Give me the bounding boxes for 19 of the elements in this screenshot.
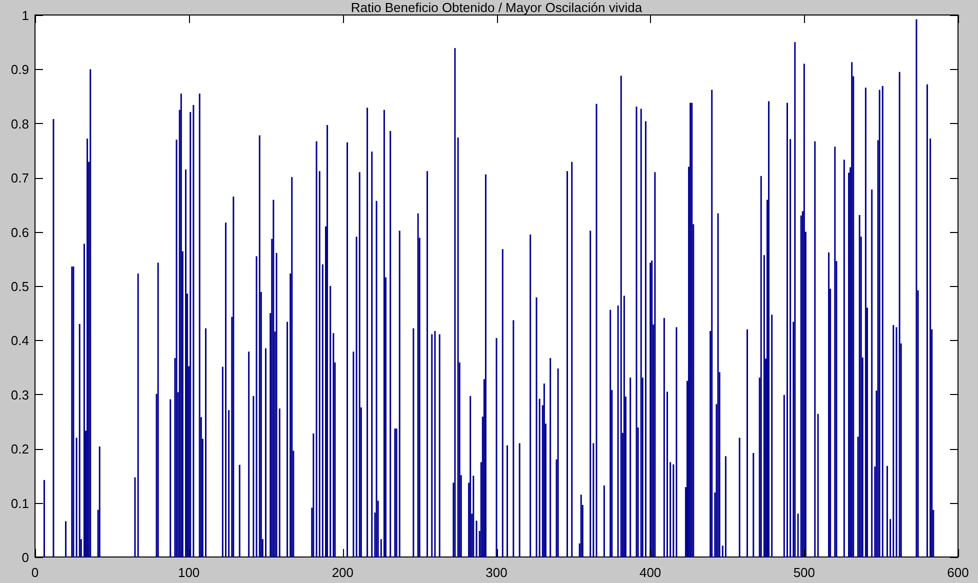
y-tick-label: 0.3 <box>10 387 29 402</box>
y-tick-label: 0.4 <box>10 333 29 348</box>
y-tick-label: 0.9 <box>10 62 29 78</box>
y-tick-label: 0.8 <box>10 116 29 132</box>
x-tick-label: 600 <box>947 565 969 580</box>
x-tick-label: 200 <box>332 565 354 580</box>
x-tick-label: 500 <box>793 565 816 580</box>
x-tick-label: 300 <box>486 565 508 580</box>
y-tick-label: 0.6 <box>10 224 29 240</box>
y-tick-label: 1 <box>22 8 29 23</box>
x-tick-label: 0 <box>31 565 39 580</box>
y-tick-label: 0.1 <box>10 496 29 511</box>
y-tick-label: 0 <box>22 550 29 565</box>
x-tick-label: 100 <box>178 565 200 580</box>
x-tick-label: 400 <box>639 565 662 580</box>
y-tick-label: 0.2 <box>10 442 29 457</box>
y-tick-label: 0.5 <box>10 279 29 294</box>
y-tick-label: 0.7 <box>10 170 29 186</box>
chart-title: Ratio Beneficio Obtenido / Mayor Oscilación vivida <box>350 0 642 15</box>
